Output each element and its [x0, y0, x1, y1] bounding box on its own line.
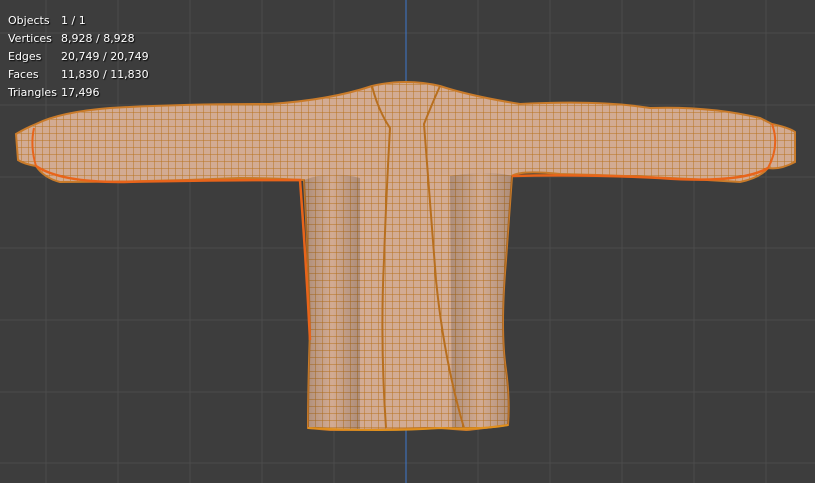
stats-overlay: Objects 1 / 1 Vertices 8,928 / 8,928 Edg… — [8, 12, 149, 102]
stat-value: 17,496 — [61, 86, 100, 99]
selection-outline-left — [35, 164, 312, 341]
stat-value: 11,830 / 11,830 — [61, 68, 149, 81]
stat-edges: Edges 20,749 / 20,749 — [8, 48, 149, 66]
jacket-mesh[interactable] — [14, 81, 796, 432]
stat-label: Edges — [8, 50, 42, 63]
stat-label: Triangles — [8, 86, 57, 99]
stat-faces: Faces 11,830 / 11,830 — [8, 66, 149, 84]
jacket-shading-right — [450, 173, 512, 428]
jacket-shading — [304, 174, 360, 430]
stat-label: Faces — [8, 68, 39, 81]
jacket-body[interactable] — [14, 81, 796, 432]
stat-value: 1 / 1 — [61, 14, 86, 27]
3d-viewport[interactable]: Objects 1 / 1 Vertices 8,928 / 8,928 Edg… — [0, 0, 815, 483]
stat-objects: Objects 1 / 1 — [8, 12, 149, 30]
stat-vertices: Vertices 8,928 / 8,928 — [8, 30, 149, 48]
stat-triangles: Triangles 17,496 — [8, 84, 149, 102]
stat-value: 20,749 / 20,749 — [61, 50, 149, 63]
stat-label: Vertices — [8, 32, 52, 45]
stat-value: 8,928 / 8,928 — [61, 32, 135, 45]
stat-label: Objects — [8, 14, 50, 27]
